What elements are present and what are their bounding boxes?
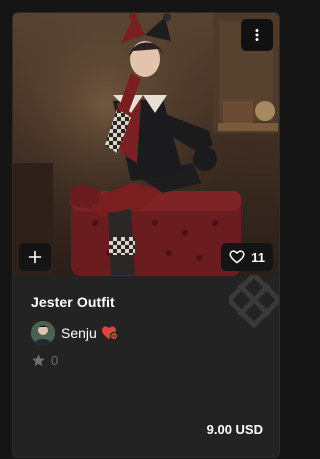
decorative-pattern-icon bbox=[229, 275, 279, 329]
like-button[interactable]: 11 bbox=[221, 243, 273, 271]
like-count: 11 bbox=[251, 249, 265, 265]
avatar-image bbox=[31, 321, 55, 345]
author-name[interactable]: Senju bbox=[61, 325, 97, 341]
item-price: 9.00 USD bbox=[206, 422, 263, 437]
jester-character-illustration bbox=[13, 13, 279, 276]
vertical-dots-icon bbox=[255, 29, 259, 41]
item-title[interactable]: Jester Outfit bbox=[31, 294, 115, 310]
item-card[interactable]: 11 Jester Outfit Senju 0 9.00 USD bbox=[12, 12, 280, 458]
heart-badge-icon bbox=[101, 326, 119, 341]
author-link[interactable]: Senju bbox=[31, 321, 119, 345]
plus-icon bbox=[28, 250, 42, 264]
more-options-button[interactable] bbox=[241, 19, 273, 51]
star-icon bbox=[32, 354, 45, 367]
avatar[interactable] bbox=[31, 321, 55, 345]
item-preview-image[interactable]: 11 bbox=[13, 13, 279, 276]
rating: 0 bbox=[31, 353, 58, 368]
heart-outline-icon bbox=[229, 250, 245, 264]
rating-value: 0 bbox=[51, 353, 59, 368]
add-to-collection-button[interactable] bbox=[19, 243, 51, 271]
